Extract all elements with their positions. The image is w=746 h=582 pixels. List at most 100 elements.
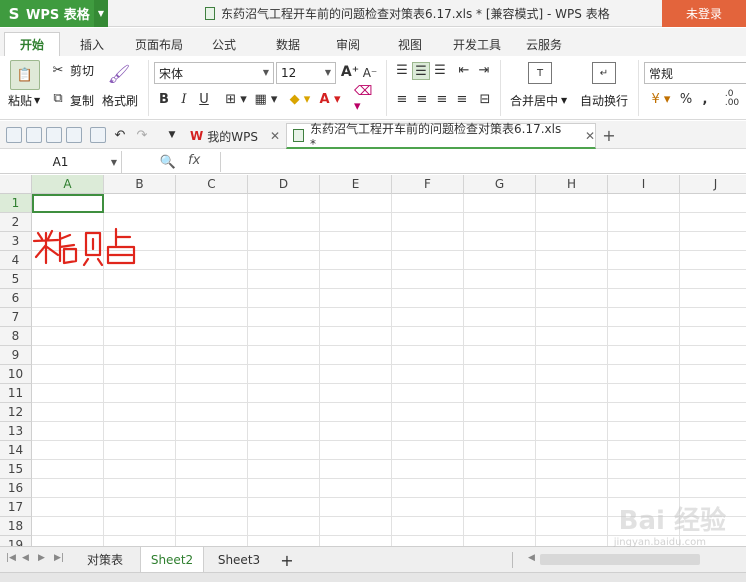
row-header-2[interactable]: 2 [0,213,32,232]
redo-icon[interactable]: ↷ [134,127,150,143]
chevron-down-icon[interactable]: ▼ [94,0,108,27]
scissors-icon[interactable]: ✂ [50,62,66,78]
align-center-icon[interactable]: ≡ [414,90,430,108]
align-middle-icon[interactable]: ☰ [412,62,430,80]
font-size-select[interactable]: 12 ▼ [276,62,336,84]
cut-button[interactable]: 剪切 [70,62,94,79]
tab-page-layout[interactable]: 页面布局 [128,32,190,56]
wrap-text-icon[interactable]: ↵ [592,62,616,84]
currency-icon[interactable]: ¥ ▾ [648,90,674,108]
align-bottom-icon[interactable]: ☰ [432,62,448,78]
tab-cloud[interactable]: 云服务 [520,32,568,56]
column-header-h[interactable]: H [536,175,608,194]
font-color-icon[interactable]: A ▾ [316,90,344,108]
column-header-a[interactable]: A [32,175,104,194]
column-header-j[interactable]: J [680,175,746,194]
open-folder-icon[interactable] [6,127,22,143]
merge-center-button[interactable]: 合并居中 ▼ [510,92,567,109]
formula-input[interactable] [220,152,746,172]
column-header-c[interactable]: C [176,175,248,194]
fx-icon[interactable]: fx [188,153,200,168]
tab-formula[interactable]: 公式 [200,32,248,56]
sheet-tab-2[interactable]: Sheet3 [206,547,272,572]
row-header-13[interactable]: 13 [0,422,32,441]
row-header-4[interactable]: 4 [0,251,32,270]
sheet-tab-1[interactable]: Sheet2 [140,547,204,572]
distribute-icon[interactable]: ⊟ [476,90,494,108]
doc-tab-current[interactable]: 东药沼气工程开车前的问题检查对策表6.17.xls * ✕ [286,122,596,151]
app-menu-button[interactable]: S WPS 表格 ▼ [0,0,108,27]
align-top-icon[interactable]: ☰ [394,62,410,78]
wrap-text-button[interactable]: 自动换行 [580,92,628,109]
row-header-17[interactable]: 17 [0,498,32,517]
column-header-g[interactable]: G [464,175,536,194]
clear-format-icon[interactable]: ⌫ ▾ [354,84,380,114]
row-header-16[interactable]: 16 [0,479,32,498]
select-all-corner[interactable] [0,175,32,194]
row-header-18[interactable]: 18 [0,517,32,536]
column-header-i[interactable]: I [608,175,680,194]
column-header-f[interactable]: F [392,175,464,194]
scroll-left-icon[interactable]: ◀ [528,553,535,563]
active-cell-a1[interactable] [32,194,104,213]
fill-color-icon[interactable]: ◆ ▾ [286,90,314,108]
next-sheet-icon[interactable]: ▶ [38,553,45,563]
indent-increase-icon[interactable]: ⇥ [476,62,492,78]
row-header-3[interactable]: 3 [0,232,32,251]
undo-icon[interactable]: ↶ [112,127,128,143]
name-box[interactable]: A1 ▼ [0,151,122,173]
font-name-select[interactable]: 宋体 ▼ [154,62,274,84]
row-header-8[interactable]: 8 [0,327,32,346]
row-header-1[interactable]: 1 [0,194,32,213]
paste-button[interactable]: 粘贴 ▼ [8,92,40,109]
horizontal-scrollbar[interactable] [540,554,700,565]
search-icon[interactable]: 🔍 [160,154,176,170]
customize-toolbar-icon[interactable]: ▼ [164,127,180,143]
login-button[interactable]: 未登录 [662,0,746,27]
row-header-7[interactable]: 7 [0,308,32,327]
paste-icon[interactable]: 📋 [10,60,40,90]
number-format-select[interactable]: 常规 [644,62,746,84]
row-header-12[interactable]: 12 [0,403,32,422]
percent-button[interactable]: % [678,90,694,108]
last-sheet-icon[interactable]: ▶| [54,553,64,563]
copy-icon[interactable]: ⧉ [50,90,66,106]
tab-view[interactable]: 视图 [386,32,434,56]
prev-sheet-icon[interactable]: ◀ [22,553,29,563]
row-header-5[interactable]: 5 [0,270,32,289]
border-icon[interactable]: ⊞ ▾ [222,90,250,108]
row-header-14[interactable]: 14 [0,441,32,460]
format-painter-button[interactable]: 格式刷 [102,92,138,109]
export-pdf-icon[interactable] [46,127,62,143]
row-header-10[interactable]: 10 [0,365,32,384]
print-preview-icon[interactable] [90,127,106,143]
cell-style-icon[interactable]: ▦ ▾ [252,90,280,108]
bold-button[interactable]: B [156,90,172,108]
row-header-11[interactable]: 11 [0,384,32,403]
tab-insert[interactable]: 插入 [68,32,116,56]
print-icon[interactable] [66,127,82,143]
column-header-b[interactable]: B [104,175,176,194]
align-left-icon[interactable]: ≡ [394,90,410,108]
tab-developer[interactable]: 开发工具 [446,32,508,56]
tab-home[interactable]: 开始 [4,32,60,56]
decimal-icon[interactable]: .0.00 [722,88,742,110]
close-icon[interactable]: ✕ [585,129,595,143]
thousands-icon[interactable]: , [698,90,712,108]
increase-font-icon[interactable]: A⁺ [341,63,359,81]
save-icon[interactable] [26,127,42,143]
first-sheet-icon[interactable]: |◀ [6,553,16,563]
row-header-6[interactable]: 6 [0,289,32,308]
indent-decrease-icon[interactable]: ⇤ [456,62,472,78]
copy-button[interactable]: 复制 [70,92,94,109]
new-tab-plus-icon[interactable]: + [600,126,618,145]
justify-icon[interactable]: ≡ [454,90,470,108]
underline-button[interactable]: U [196,90,212,108]
merge-center-icon[interactable]: T [528,62,552,84]
sheet-tab-0[interactable]: 对策表 [72,547,138,572]
doc-tab-my-wps[interactable]: W 我的WPS ✕ [186,123,284,149]
close-icon[interactable]: ✕ [270,129,280,143]
format-painter-icon[interactable]: 🖌 [108,60,131,88]
tab-review[interactable]: 审阅 [324,32,372,56]
align-right-icon[interactable]: ≡ [434,90,450,108]
